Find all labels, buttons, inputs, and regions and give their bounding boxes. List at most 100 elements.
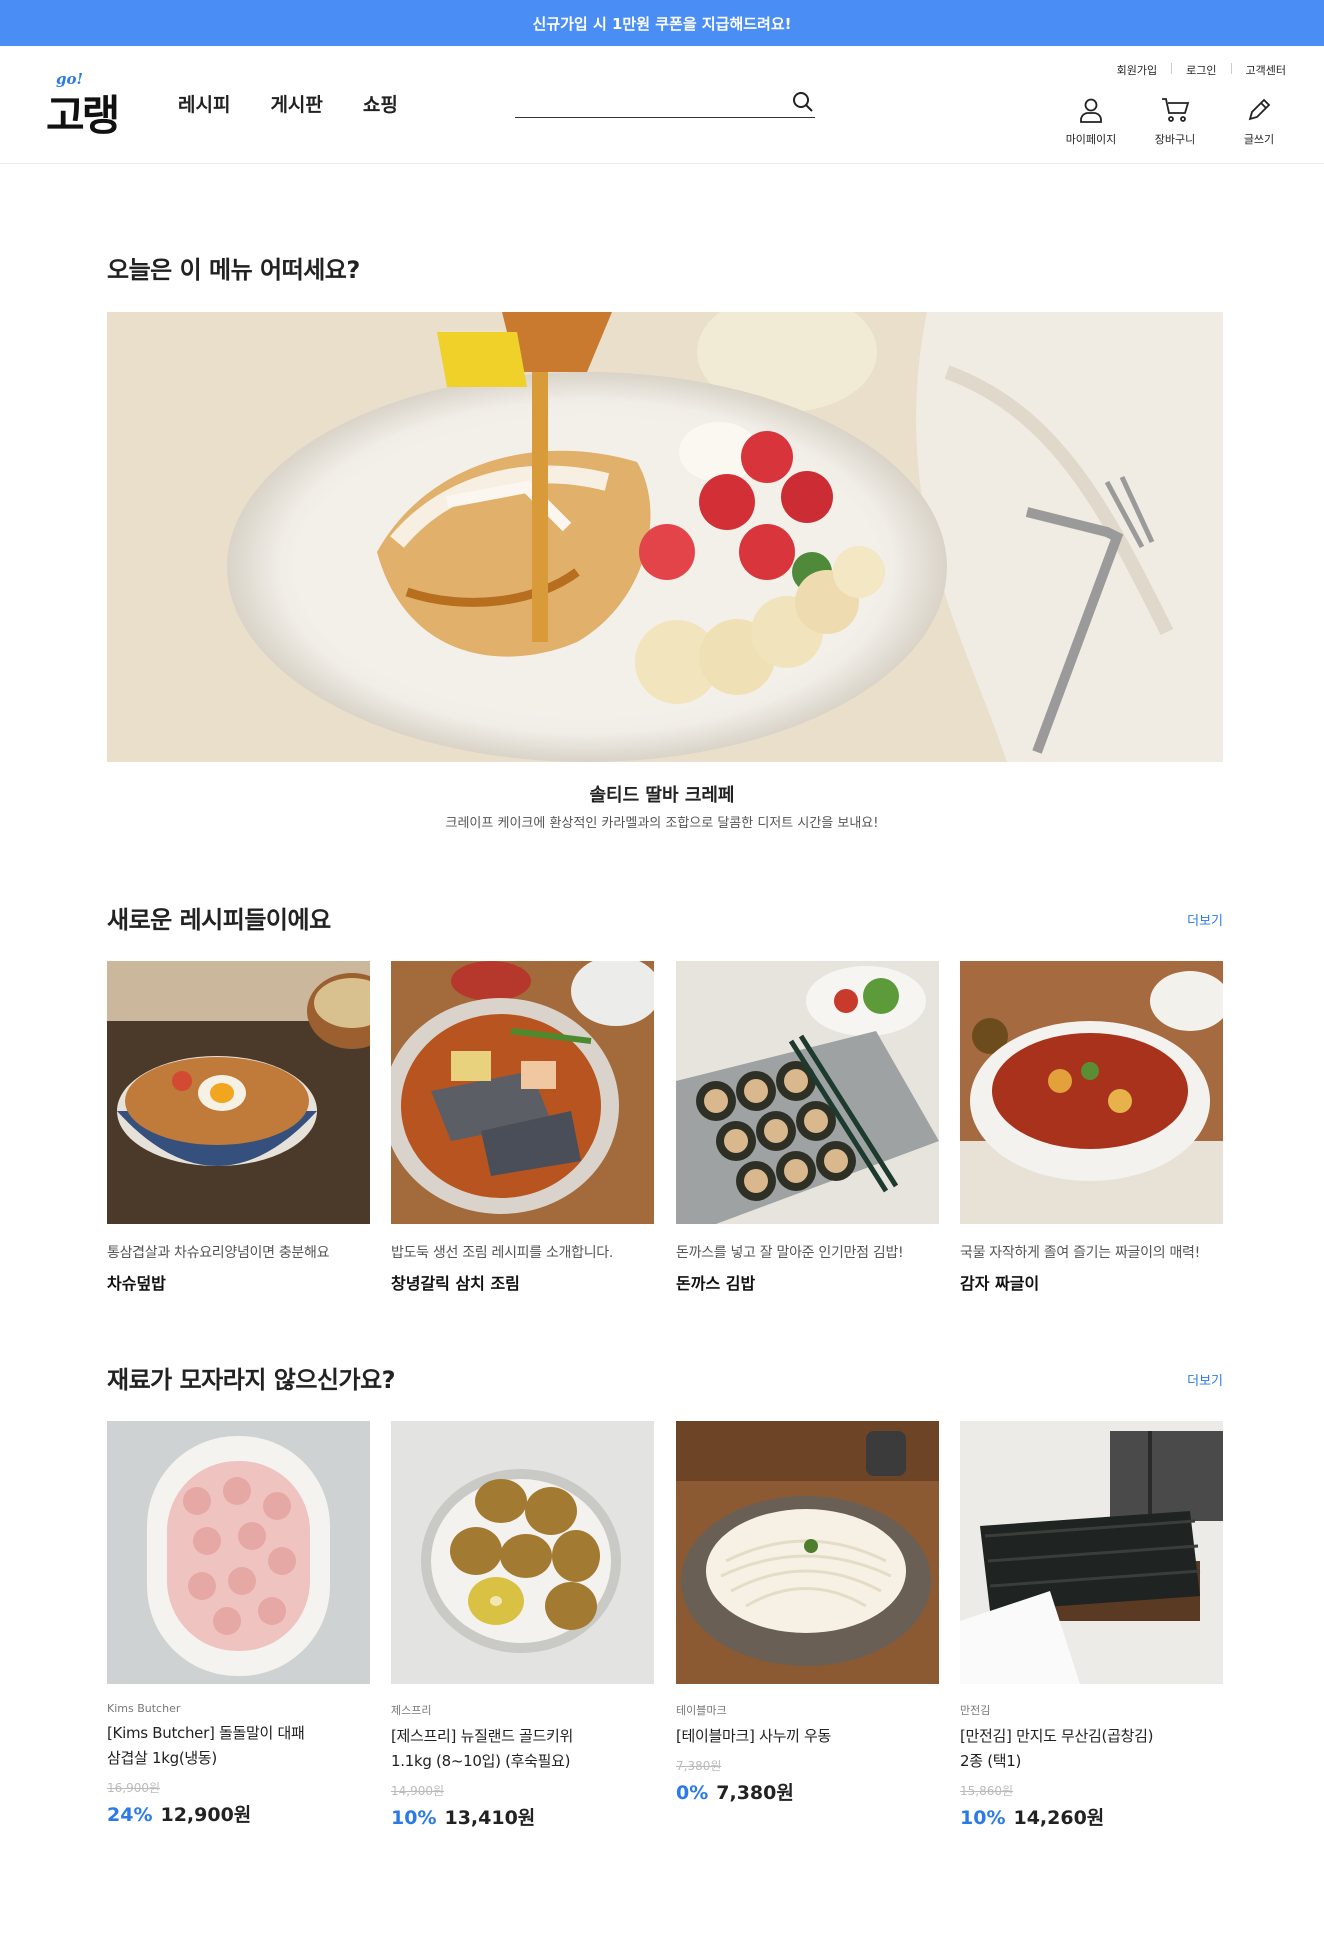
product-name-line: [제스프리] 뉴질랜드 골드키위 [391, 1727, 574, 1745]
mypage-button[interactable]: 마이페이지 [1064, 96, 1118, 147]
login-link[interactable]: 로그인 [1186, 62, 1216, 78]
ingredients-title: 재료가 모자라지 않으신가요? [107, 1366, 396, 1394]
sale-price: 13,410원 [444, 1807, 536, 1829]
product-brand: Kims Butcher [107, 1702, 181, 1715]
signup-promo-banner[interactable]: 신규가입 시 1만원 쿠폰을 지급해드려요! [0, 0, 1324, 46]
product-name-line: 2종 (택1) [960, 1752, 1022, 1770]
new-recipes-title: 새로운 레시피들이에요 [107, 906, 331, 934]
product-name[interactable]: [만전김] 만지도 무산김(곱창김) 2종 (택1) [960, 1724, 1223, 1774]
hero-image[interactable] [107, 312, 1223, 762]
sale-price: 7,380원 [716, 1782, 794, 1804]
hero-dish-desc: 크레이프 케이크에 환상적인 카라멜과의 조합으로 달콤한 디저트 시간을 보내… [445, 816, 879, 831]
divider [1230, 63, 1232, 74]
recipe-desc: 국물 자작하게 졸여 즐기는 짜글이의 매력! [960, 1245, 1200, 1261]
seaweed-image [960, 1421, 1223, 1684]
product-card[interactable]: 테이블마크 [테이블마크] 사누끼 우동 7,380원 0% 7,380원 [676, 1421, 939, 1805]
logo[interactable]: go! 고랭 [46, 70, 126, 140]
recipe-thumbnail[interactable] [107, 961, 370, 1224]
recipe-card[interactable]: 밥도둑 생선 조림 레시피를 소개합니다. 창녕갈릭 삼치 조림 [391, 961, 654, 1294]
sale-price: 14,260원 [1013, 1807, 1105, 1829]
recipe-card[interactable]: 국물 자작하게 졸여 즐기는 짜글이의 매력! 감자 짜글이 [960, 961, 1223, 1294]
nav-board[interactable]: 게시판 [270, 90, 322, 117]
recipe-card[interactable]: 통삼겹살과 차슈요리양념이면 충분해요 차슈덮밥 [107, 961, 370, 1294]
customer-center-link[interactable]: 고객센터 [1246, 62, 1286, 78]
product-thumbnail[interactable] [676, 1421, 939, 1684]
nav-shopping[interactable]: 쇼핑 [363, 90, 398, 117]
recipe-desc: 돈까스를 넣고 잘 말아준 인기만점 김밥! [676, 1245, 904, 1261]
tonkatsu-gimbap-image [676, 961, 939, 1224]
product-card[interactable]: 만전김 [만전김] 만지도 무산김(곱창김) 2종 (택1) 15,860원 1… [960, 1421, 1223, 1830]
original-price: 7,380원 [676, 1759, 722, 1773]
product-name[interactable]: [Kims Butcher] 돌돌말이 대패 삼겹살 1kg(냉동) [107, 1721, 370, 1771]
discount-rate: 10% [391, 1807, 437, 1829]
product-card[interactable]: 제스프리 [제스프리] 뉴질랜드 골드키위 1.1kg (8~10입) (후숙필… [391, 1421, 654, 1830]
udon-image [676, 1421, 939, 1684]
braised-fish-image [391, 961, 654, 1224]
logo-text: 고랭 [46, 91, 120, 140]
crepe-dish-image [107, 312, 1223, 762]
product-name-line: [만전김] 만지도 무산김(곱창김) [960, 1727, 1154, 1745]
gold-kiwi-image [391, 1421, 654, 1684]
recipe-desc: 통삼겹살과 차슈요리양념이면 충분해요 [107, 1245, 330, 1261]
recipe-name[interactable]: 창녕갈릭 삼치 조림 [391, 1270, 654, 1294]
divider [1171, 63, 1173, 74]
original-price: 16,900원 [107, 1781, 161, 1795]
product-name-line: 1.1kg (8~10입) (후숙필요) [391, 1752, 571, 1770]
recipe-thumbnail[interactable] [676, 961, 939, 1224]
signup-link[interactable]: 회원가입 [1117, 62, 1157, 78]
product-name-line: 삼겹살 1kg(냉동) [107, 1749, 217, 1767]
product-name-line: [Kims Butcher] 돌돌말이 대패 [107, 1724, 305, 1742]
discount-rate: 10% [960, 1807, 1006, 1829]
utility-links: 회원가입 로그인 고객센터 [1117, 62, 1286, 78]
cart-button[interactable]: 장바구니 [1148, 96, 1202, 147]
sale-price-row: 10% 13,410원 [391, 1803, 654, 1830]
potato-jjageuli-image [960, 961, 1223, 1224]
recipe-thumbnail[interactable] [391, 961, 654, 1224]
main-nav: 레시피 게시판 쇼핑 [178, 90, 398, 117]
pork-belly-image [107, 1421, 370, 1684]
product-thumbnail[interactable] [391, 1421, 654, 1684]
sale-price-row: 0% 7,380원 [676, 1778, 939, 1805]
chashu-bowl-image [107, 961, 370, 1224]
search-bar [515, 88, 815, 118]
product-name-line: [테이블마크] 사누끼 우동 [676, 1727, 832, 1745]
discount-rate: 24% [107, 1804, 153, 1826]
nav-recipe[interactable]: 레시피 [178, 90, 230, 117]
hero-dish-name[interactable]: 솔티드 딸바 크레페 [0, 781, 1324, 807]
product-brand: 제스프리 [391, 1704, 432, 1717]
header-icon-buttons: 마이페이지 장바구니 글쓰기 [1064, 96, 1286, 147]
cart-label: 장바구니 [1154, 133, 1196, 146]
search-icon[interactable] [791, 90, 815, 114]
pencil-icon [1248, 98, 1271, 121]
product-thumbnail[interactable] [107, 1421, 370, 1684]
recipe-thumbnail[interactable] [960, 961, 1223, 1224]
sale-price-row: 24% 12,900원 [107, 1800, 370, 1827]
mypage-label: 마이페이지 [1065, 133, 1117, 146]
write-button[interactable]: 글쓰기 [1232, 96, 1286, 147]
user-icon [1080, 98, 1102, 123]
search-input[interactable] [515, 88, 775, 116]
sale-price-row: 10% 14,260원 [960, 1803, 1223, 1830]
cart-icon [1162, 98, 1190, 122]
recipe-name[interactable]: 감자 짜글이 [960, 1270, 1223, 1294]
recipe-name[interactable]: 돈까스 김밥 [676, 1270, 939, 1294]
discount-rate: 0% [676, 1782, 709, 1804]
new-recipes-more-link[interactable]: 더보기 [1187, 910, 1223, 929]
ingredients-more-link[interactable]: 더보기 [1187, 1370, 1223, 1389]
site-header: go! 고랭 레시피 게시판 쇼핑 회원가입 로그인 고객센터 마이페이지 장바… [0, 46, 1324, 164]
recipe-desc: 밥도둑 생선 조림 레시피를 소개합니다. [391, 1245, 614, 1261]
write-label: 글쓰기 [1243, 133, 1275, 146]
product-thumbnail[interactable] [960, 1421, 1223, 1684]
promo-text: 신규가입 시 1만원 쿠폰을 지급해드려요! [532, 14, 792, 33]
today-section-title: 오늘은 이 메뉴 어떠세요? [107, 256, 360, 284]
recipe-name[interactable]: 차슈덮밥 [107, 1270, 370, 1294]
product-name[interactable]: [테이블마크] 사누끼 우동 [676, 1724, 939, 1749]
product-brand: 만전김 [960, 1704, 991, 1717]
product-brand: 테이블마크 [676, 1704, 727, 1717]
recipe-card[interactable]: 돈까스를 넣고 잘 말아준 인기만점 김밥! 돈까스 김밥 [676, 961, 939, 1294]
product-card[interactable]: Kims Butcher [Kims Butcher] 돌돌말이 대패 삼겹살 … [107, 1421, 370, 1827]
original-price: 14,900원 [391, 1784, 445, 1798]
sale-price: 12,900원 [160, 1804, 252, 1826]
product-name[interactable]: [제스프리] 뉴질랜드 골드키위 1.1kg (8~10입) (후숙필요) [391, 1724, 654, 1774]
original-price: 15,860원 [960, 1784, 1014, 1798]
